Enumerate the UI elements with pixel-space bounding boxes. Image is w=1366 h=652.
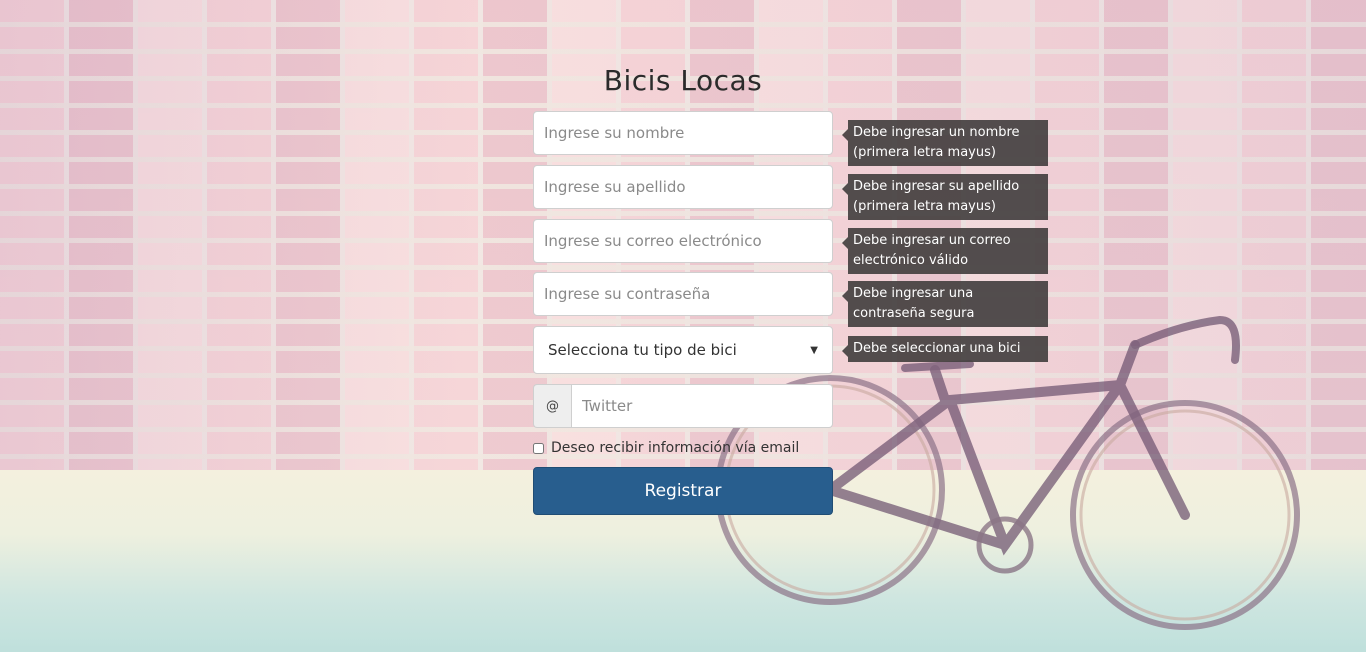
tooltip-line: Debe seleccionar una bici [853,341,1021,356]
correo-error-tooltip: Debe ingresar un correo electrónico váli… [842,228,1048,274]
apellido-input[interactable] [533,165,833,209]
nombre-error-tooltip: Debe ingresar un nombre (primera letra m… [842,120,1048,166]
registrar-button[interactable]: Registrar [533,467,833,515]
bike-type-select[interactable]: Selecciona tu tipo de bici ▼ [533,326,833,374]
twitter-input[interactable] [571,384,833,428]
tooltip-line: Debe ingresar su apellido [853,179,1020,194]
tooltip-line: (primera letra mayus) [853,145,996,160]
contrasena-error-tooltip: Debe ingresar una contraseña segura [842,281,1048,327]
tooltip-line: electrónico válido [853,253,969,268]
page-title: Bicis Locas [603,64,763,97]
correo-input[interactable] [533,219,833,263]
tooltip-line: Debe ingresar una [853,286,974,301]
twitter-input-group: @ [533,384,833,428]
tooltip-line: contraseña segura [853,306,975,321]
newsletter-option[interactable]: Deseo recibir información vía email [533,438,853,458]
nombre-input[interactable] [533,111,833,155]
newsletter-checkbox[interactable] [533,442,544,454]
contrasena-input[interactable] [533,272,833,316]
tooltip-line: Debe ingresar un nombre [853,125,1020,140]
bike-type-select-value: Selecciona tu tipo de bici [548,341,737,359]
caret-down-icon: ▼ [810,344,818,356]
apellido-error-tooltip: Debe ingresar su apellido (primera letra… [842,174,1048,220]
newsletter-label: Deseo recibir información vía email [551,440,800,456]
tooltip-line: Debe ingresar un correo [853,233,1011,248]
tooltip-line: (primera letra mayus) [853,199,996,214]
at-sign-addon: @ [533,384,571,428]
bici-error-tooltip: Debe seleccionar una bici [842,336,1048,362]
